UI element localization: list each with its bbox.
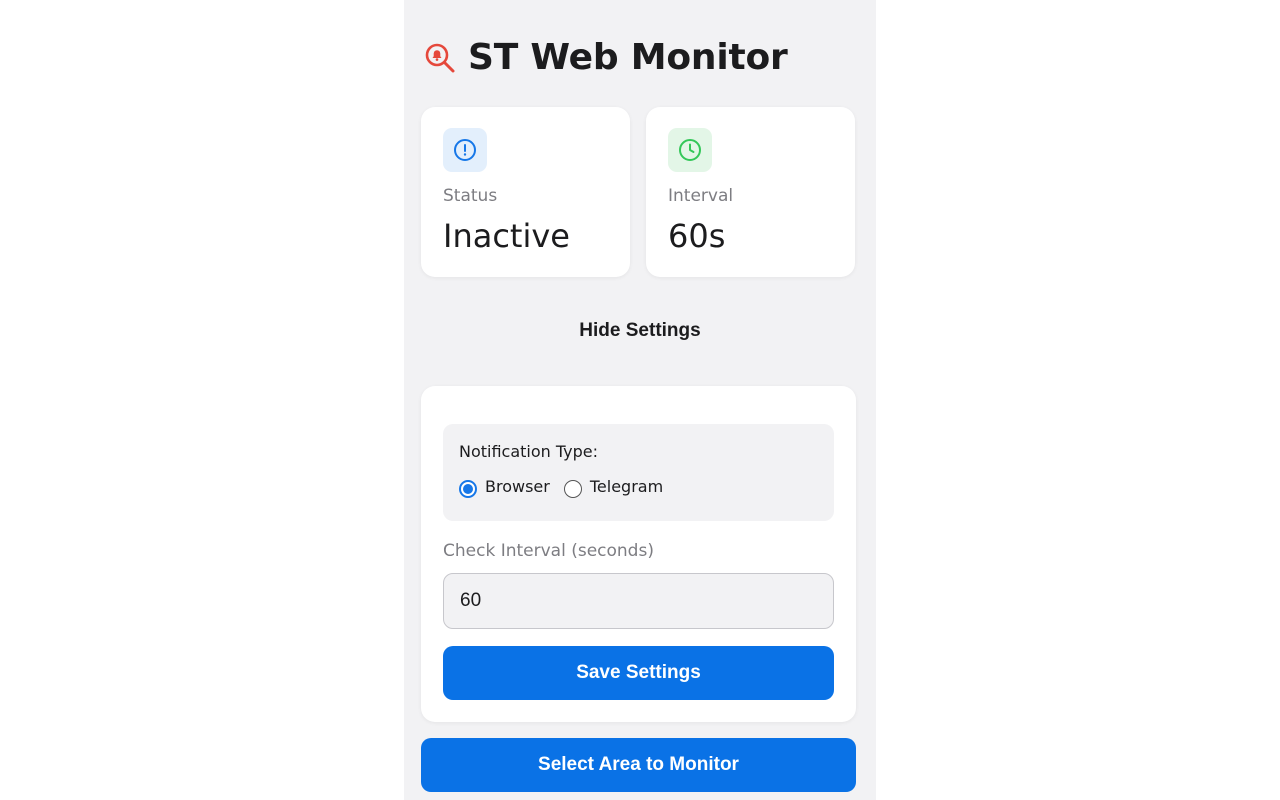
notification-radio-row: Browser Telegram — [459, 474, 677, 498]
select-area-button[interactable]: Select Area to Monitor — [421, 738, 856, 792]
alert-circle-icon — [443, 128, 487, 172]
radio-option-telegram[interactable]: Telegram — [563, 474, 664, 498]
radio-option-browser[interactable]: Browser — [459, 474, 550, 498]
status-value: Inactive — [443, 217, 570, 255]
hide-settings-button[interactable]: Hide Settings — [404, 316, 876, 346]
settings-card: Notification Type: Browser Telegram Chec… — [421, 386, 856, 722]
radio-telegram-label: Telegram — [589, 476, 664, 496]
check-interval-label: Check Interval (seconds) — [443, 541, 654, 561]
interval-card: Interval 60s — [646, 107, 855, 277]
notification-type-group: Notification Type: Browser Telegram — [443, 424, 834, 521]
header: ST Web Monitor — [424, 36, 788, 80]
page-title: ST Web Monitor — [468, 37, 788, 78]
status-card: Status Inactive — [421, 107, 630, 277]
status-label: Status — [443, 186, 498, 206]
popup-panel: ST Web Monitor Status Inactive Interval … — [404, 0, 876, 800]
save-settings-button[interactable]: Save Settings — [443, 646, 834, 700]
radio-browser[interactable] — [459, 480, 477, 498]
bell-search-icon — [424, 42, 456, 74]
clock-icon — [668, 128, 712, 172]
interval-value: 60s — [668, 217, 726, 255]
interval-label: Interval — [668, 186, 734, 206]
check-interval-input[interactable] — [443, 573, 834, 629]
radio-browser-label: Browser — [485, 476, 550, 496]
radio-telegram[interactable] — [563, 480, 582, 498]
notification-type-title: Notification Type: — [459, 442, 599, 461]
